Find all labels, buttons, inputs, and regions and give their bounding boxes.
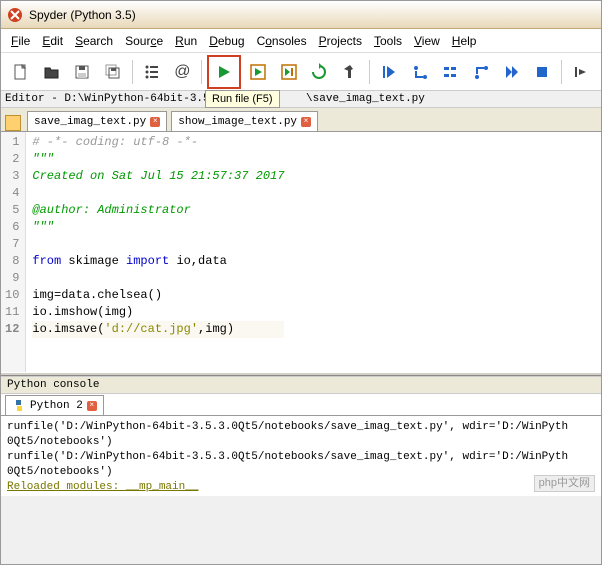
menu-tools[interactable]: Tools (374, 34, 402, 48)
menu-help[interactable]: Help (452, 34, 477, 48)
title-bar: Spyder (Python 3.5) (1, 1, 601, 29)
tab-label: show_image_text.py (178, 116, 297, 128)
menu-run[interactable]: Run (175, 34, 197, 48)
run-highlight-box (207, 55, 241, 89)
console-tab-label: Python 2 (30, 400, 83, 412)
editor-path: Editor - D:\WinPython-64bit-3.5.3.0 \save… (1, 91, 601, 108)
path-suffix: \save_imag_text.py (306, 93, 425, 105)
file-tab-show-image[interactable]: show_image_text.py × (171, 111, 318, 131)
menu-debug[interactable]: Debug (209, 34, 244, 48)
outline-button[interactable] (138, 58, 166, 86)
menu-projects[interactable]: Projects (319, 34, 362, 48)
toolbar-separator (369, 60, 370, 84)
window-title: Spyder (Python 3.5) (29, 8, 136, 22)
close-icon[interactable]: × (150, 117, 160, 127)
debug-stop-button[interactable] (529, 58, 557, 86)
tab-label: save_imag_text.py (34, 116, 146, 128)
save-button[interactable] (68, 58, 96, 86)
menu-search[interactable]: Search (75, 34, 113, 48)
app-icon (7, 7, 23, 23)
folder-icon[interactable] (5, 115, 21, 131)
file-tab-save-imag[interactable]: save_imag_text.py × (27, 111, 167, 131)
debug-step-out-button[interactable] (467, 58, 495, 86)
debug-start-button[interactable] (375, 58, 403, 86)
run-cell-advance-button[interactable] (275, 58, 303, 86)
menu-bar: File Edit Search Source Run Debug Consol… (1, 29, 601, 53)
menu-consoles[interactable]: Consoles (257, 34, 307, 48)
file-tab-bar: save_imag_text.py × show_image_text.py × (1, 108, 601, 132)
console-tab[interactable]: Python 2 × (5, 395, 104, 415)
debug-step-in-button[interactable] (406, 58, 434, 86)
debug-continue-button[interactable] (498, 58, 526, 86)
run-config-button[interactable] (336, 58, 364, 86)
watermark: php中文网 (534, 475, 595, 492)
run-button[interactable] (210, 58, 238, 86)
console-tab-bar: Python 2 × (1, 394, 601, 416)
debug-step-over-button[interactable] (436, 58, 464, 86)
close-icon[interactable]: × (87, 401, 97, 411)
open-file-button[interactable] (38, 58, 66, 86)
console-label: Python console (1, 376, 601, 394)
toolbar-separator (201, 60, 202, 84)
toolbar: @ (1, 53, 601, 91)
code-editor[interactable]: 123456789101112 # -*- coding: utf-8 -*-"… (1, 132, 601, 372)
reloaded-modules: Reloaded modules: __mp_main__ (7, 481, 198, 493)
toolbar-separator (561, 60, 562, 84)
menu-edit[interactable]: Edit (42, 34, 63, 48)
close-icon[interactable]: × (301, 117, 311, 127)
at-button[interactable]: @ (169, 58, 197, 86)
line-gutter: 123456789101112 (1, 132, 26, 372)
python-icon (12, 399, 26, 413)
rerun-button[interactable] (306, 58, 334, 86)
menu-file[interactable]: File (11, 34, 30, 48)
menu-source[interactable]: Source (125, 34, 163, 48)
run-tooltip: Run file (F5) (205, 90, 280, 108)
console-output[interactable]: runfile('D:/WinPython-64bit-3.5.3.0Qt5/n… (1, 416, 601, 496)
new-file-button[interactable] (7, 58, 35, 86)
run-cell-button[interactable] (244, 58, 272, 86)
toolbar-separator (132, 60, 133, 84)
more-button[interactable] (567, 58, 595, 86)
code-content[interactable]: # -*- coding: utf-8 -*-"""Created on Sat… (26, 132, 290, 372)
menu-view[interactable]: View (414, 34, 440, 48)
save-all-button[interactable] (99, 58, 127, 86)
path-prefix: Editor - D:\WinPython-64bit-3.5.3.0 (5, 93, 236, 105)
